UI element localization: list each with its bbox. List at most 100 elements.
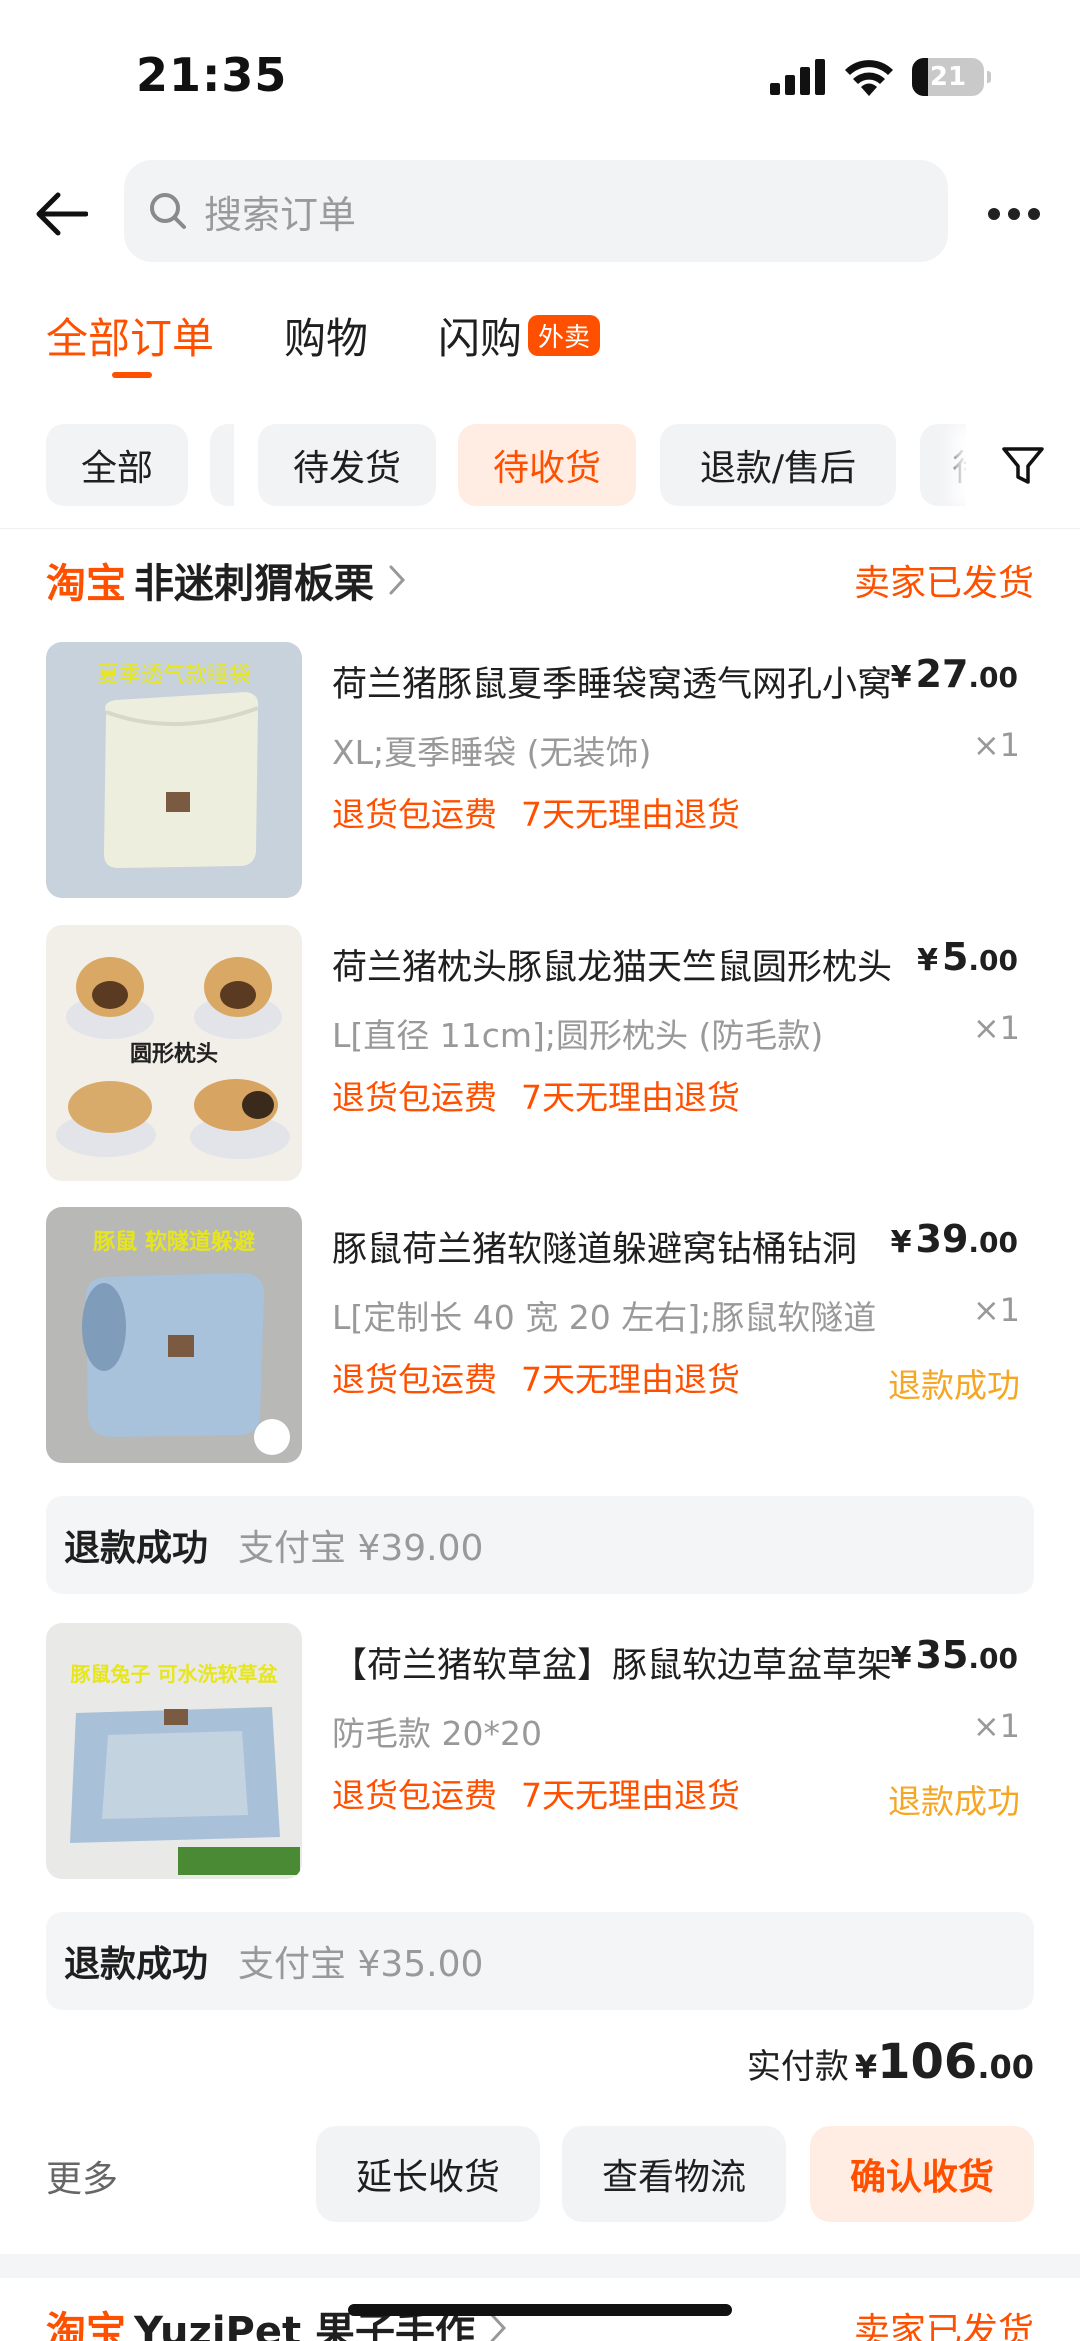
total-amount: 106 — [877, 2034, 978, 2090]
status-icons: 21 — [770, 58, 991, 96]
shop-header[interactable]: 淘宝 非迷刺猬板栗 卖家已发货 — [46, 552, 1034, 608]
refund-amount: 支付宝 ¥39.00 — [238, 1528, 484, 1569]
product-price: ¥27.00 — [890, 652, 1018, 696]
order-item[interactable]: 圆形枕头 荷兰猪枕头豚鼠龙猫天竺鼠圆形枕头 ¥5.00 L[直径 11cm];圆… — [46, 925, 1034, 1181]
product-image-caption: 豚鼠兔子 可水洗软草盆 — [71, 1662, 279, 1686]
shop-name: 非迷刺猬板栗 — [134, 561, 374, 607]
seven-day-return-tag: 7天无理由退货 — [521, 1078, 740, 1117]
top-bar: 搜索订单 — [0, 160, 1080, 264]
order-actions: 更多 延长收货 查看物流 确认收货 — [46, 2126, 1034, 2222]
total-label: 实付款 — [746, 2047, 849, 2087]
product-title: 荷兰猪枕头豚鼠龙猫天竺鼠圆形枕头 — [332, 948, 892, 988]
chevron-right-icon — [490, 2313, 507, 2341]
arrow-left-icon — [36, 192, 88, 236]
product-price: ¥39.00 — [890, 1217, 1018, 1261]
product-spec: XL;夏季睡袋 (无装饰) — [332, 733, 652, 772]
item-refund-status: 退款成功 — [888, 1366, 1020, 1405]
product-price: ¥5.00 — [917, 935, 1018, 979]
cellular-signal-icon — [770, 59, 825, 95]
product-image[interactable]: 豚鼠 软隧道躲避 — [46, 1207, 302, 1463]
chevron-right-icon — [389, 565, 406, 595]
refund-label: 退款成功 — [64, 1528, 209, 1569]
free-return-shipping-tag: 退货包运费 — [332, 795, 497, 834]
dot-icon — [1028, 208, 1040, 220]
refund-amount: 支付宝 ¥35.00 — [238, 1944, 484, 1985]
filter-funnel-icon — [1002, 447, 1044, 484]
order-item[interactable]: 夏季透气款睡袋 荷兰猪豚鼠夏季睡袋窝透气网孔小窝 ¥27.00 XL;夏季睡袋 … — [46, 642, 1034, 898]
product-image-caption: 豚鼠 软隧道躲避 — [93, 1229, 255, 1255]
taobao-logo: 淘宝 — [46, 2309, 126, 2341]
more-options-button[interactable] — [978, 186, 1050, 242]
order-status: 卖家已发货 — [853, 563, 1034, 604]
filter-pending-shipment[interactable]: 待发货 — [258, 424, 436, 506]
product-quantity: ×1 — [972, 1707, 1020, 1745]
product-spec: L[定制长 40 宽 20 左右];豚鼠软隧道 — [332, 1298, 877, 1337]
refund-info-row[interactable]: 退款成功 支付宝 ¥35.00 — [46, 1912, 1034, 2010]
battery-level: 21 — [929, 62, 967, 92]
wifi-icon — [845, 60, 893, 96]
filter-pending-receipt[interactable]: 待收货 — [458, 424, 636, 506]
tab-label: 购物 — [284, 313, 369, 363]
order-item[interactable]: 豚鼠兔子 可水洗软草盆 【荷兰猪软草盆】豚鼠软边草盆草架 ¥35.00 防毛款 … — [46, 1623, 1034, 1879]
back-button[interactable] — [30, 182, 94, 246]
product-price: ¥35.00 — [890, 1633, 1018, 1677]
order-item[interactable]: 豚鼠 软隧道躲避 豚鼠荷兰猪软隧道躲避窝钻桶钻洞 ¥39.00 L[定制长 40… — [46, 1207, 1034, 1463]
product-title: 荷兰猪豚鼠夏季睡袋窝透气网孔小窝 — [332, 665, 892, 705]
filter-partial — [210, 424, 234, 506]
product-image-caption: 圆形枕头 — [130, 1042, 218, 1067]
view-logistics-button[interactable]: 查看物流 — [562, 2126, 786, 2222]
filter-all[interactable]: 全部 — [46, 424, 188, 506]
free-return-shipping-tag: 退货包运费 — [332, 1360, 497, 1399]
card-separator — [0, 2254, 1080, 2278]
order-status: 卖家已发货 — [853, 2311, 1034, 2341]
product-image[interactable]: 豚鼠兔子 可水洗软草盆 — [46, 1623, 302, 1879]
product-quantity: ×1 — [972, 1009, 1020, 1047]
seven-day-return-tag: 7天无理由退货 — [521, 1360, 740, 1399]
total-currency: ¥ — [854, 2048, 878, 2086]
free-return-shipping-tag: 退货包运费 — [332, 1776, 497, 1815]
refund-info-row[interactable]: 退款成功 支付宝 ¥39.00 — [46, 1496, 1034, 1594]
total-amount-decimals: .00 — [977, 2048, 1034, 2086]
status-filter-bar: 全部 待发货 待收货 退款/售后 待 — [0, 424, 1080, 508]
free-return-shipping-tag: 退货包运费 — [332, 1078, 497, 1117]
total-paid: 实付款 ¥ 106 .00 — [747, 2034, 1034, 2090]
tab-flash-buy[interactable]: 闪购 外卖 — [438, 300, 601, 370]
extend-receipt-button[interactable]: 延长收货 — [316, 2126, 540, 2222]
tab-label: 闪购 — [438, 313, 523, 363]
product-quantity: ×1 — [972, 1291, 1020, 1329]
dot-icon — [1008, 208, 1020, 220]
seven-day-return-tag: 7天无理由退货 — [521, 1776, 740, 1815]
service-tags: 退货包运费 7天无理由退货 — [332, 1071, 740, 1119]
home-indicator[interactable] — [348, 2304, 732, 2316]
search-icon — [150, 193, 186, 229]
dot-icon — [988, 208, 1000, 220]
filter-refund-aftersale[interactable]: 退款/售后 — [660, 424, 896, 506]
confirm-receipt-button[interactable]: 确认收货 — [810, 2126, 1034, 2222]
refund-label: 退款成功 — [64, 1944, 209, 1985]
item-refund-status: 退款成功 — [888, 1782, 1020, 1821]
tab-all-orders[interactable]: 全部订单 — [46, 300, 215, 378]
seven-day-return-tag: 7天无理由退货 — [521, 795, 740, 834]
search-placeholder: 搜索订单 — [204, 192, 357, 237]
product-spec: 防毛款 20*20 — [332, 1714, 542, 1753]
service-tags: 退货包运费 7天无理由退货 — [332, 1769, 740, 1817]
takeout-badge: 外卖 — [528, 314, 601, 356]
product-quantity: ×1 — [972, 726, 1020, 764]
status-bar: 21:35 21 — [0, 0, 1080, 150]
more-link[interactable]: 更多 — [46, 2150, 118, 2202]
product-image[interactable]: 圆形枕头 — [46, 925, 302, 1181]
taobao-logo: 淘宝 — [46, 561, 126, 607]
service-tags: 退货包运费 7天无理由退货 — [332, 1353, 740, 1401]
filter-button[interactable] — [966, 424, 1080, 508]
product-image[interactable]: 夏季透气款睡袋 — [46, 642, 302, 898]
product-image-caption: 夏季透气款睡袋 — [97, 663, 251, 688]
search-input[interactable]: 搜索订单 — [124, 160, 948, 262]
battery-icon: 21 — [912, 58, 991, 96]
product-title: 【荷兰猪软草盆】豚鼠软边草盆草架 — [332, 1646, 892, 1686]
tab-shopping[interactable]: 购物 — [284, 300, 368, 370]
status-time: 21:35 — [136, 48, 288, 102]
tab-label: 全部订单 — [46, 313, 215, 363]
product-title: 豚鼠荷兰猪软隧道躲避窝钻桶钻洞 — [332, 1230, 858, 1270]
divider — [0, 528, 1080, 529]
service-tags: 退货包运费 7天无理由退货 — [332, 788, 740, 836]
